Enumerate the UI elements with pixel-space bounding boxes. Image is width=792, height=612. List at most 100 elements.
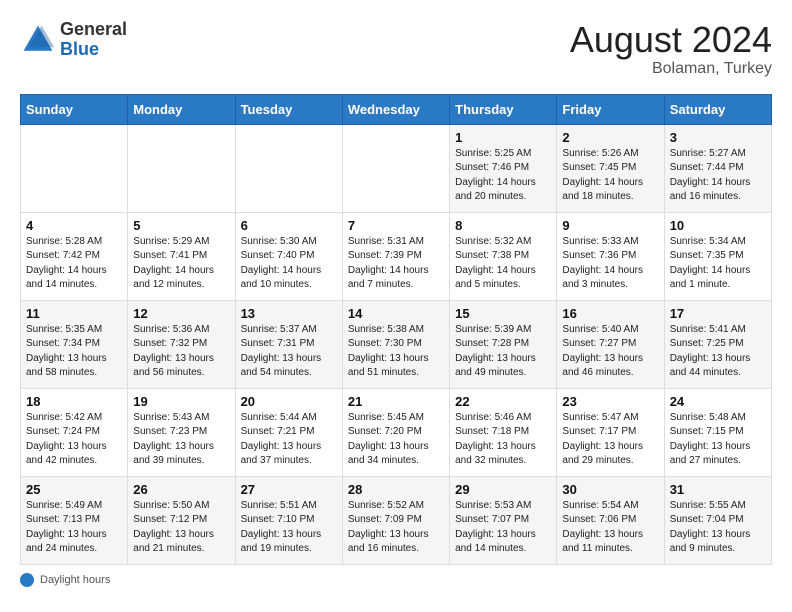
day-number: 31 [670, 482, 766, 497]
logo-blue: Blue [60, 40, 127, 60]
weekday-header-thursday: Thursday [450, 94, 557, 124]
day-info: Sunrise: 5:36 AM Sunset: 7:32 PM Dayligh… [133, 323, 229, 381]
calendar-cell: 28 Sunrise: 5:52 AM Sunset: 7:09 PM Dayli… [342, 476, 449, 564]
day-number: 19 [133, 394, 229, 409]
day-number: 9 [562, 218, 658, 233]
weekday-header-friday: Friday [557, 94, 664, 124]
day-number: 18 [26, 394, 122, 409]
calendar-cell: 8 Sunrise: 5:32 AM Sunset: 7:38 PM Daylig… [450, 212, 557, 300]
day-info: Sunrise: 5:41 AM Sunset: 7:25 PM Dayligh… [670, 323, 766, 381]
calendar-cell: 22 Sunrise: 5:46 AM Sunset: 7:18 PM Dayli… [450, 388, 557, 476]
page-header: General Blue August 2024 Bolaman, Turkey [20, 20, 772, 78]
calendar-week-row: 1Sunrise: 5:25 AM Sunset: 7:46 PM Daylig… [21, 124, 772, 212]
day-info: Sunrise: 5:52 AM Sunset: 7:09 PM Dayligh… [348, 499, 444, 557]
calendar-cell: 1Sunrise: 5:25 AM Sunset: 7:46 PM Daylig… [450, 124, 557, 212]
calendar-cell: 10 Sunrise: 5:34 AM Sunset: 7:35 PM Dayli… [664, 212, 771, 300]
calendar-week-row: 18 Sunrise: 5:42 AM Sunset: 7:24 PM Dayli… [21, 388, 772, 476]
day-info: Sunrise: 5:30 AM Sunset: 7:40 PM Dayligh… [241, 235, 337, 293]
day-info: Sunrise: 5:54 AM Sunset: 7:06 PM Dayligh… [562, 499, 658, 557]
calendar-cell: 12Sunrise: 5:36 AM Sunset: 7:32 PM Dayli… [128, 300, 235, 388]
calendar-cell: 3 Sunrise: 5:27 AM Sunset: 7:44 PM Daylig… [664, 124, 771, 212]
day-number: 30 [562, 482, 658, 497]
day-number: 28 [348, 482, 444, 497]
calendar-cell: 9 Sunrise: 5:33 AM Sunset: 7:36 PM Daylig… [557, 212, 664, 300]
day-info: Sunrise: 5:25 AM Sunset: 7:46 PM Dayligh… [455, 147, 551, 205]
day-info: Sunrise: 5:34 AM Sunset: 7:35 PM Dayligh… [670, 235, 766, 293]
calendar-cell: 19Sunrise: 5:43 AM Sunset: 7:23 PM Dayli… [128, 388, 235, 476]
day-info: Sunrise: 5:37 AM Sunset: 7:31 PM Dayligh… [241, 323, 337, 381]
day-number: 27 [241, 482, 337, 497]
day-info: Sunrise: 5:42 AM Sunset: 7:24 PM Dayligh… [26, 411, 122, 469]
day-number: 14 [348, 306, 444, 321]
weekday-header-monday: Monday [128, 94, 235, 124]
day-info: Sunrise: 5:53 AM Sunset: 7:07 PM Dayligh… [455, 499, 551, 557]
calendar-cell: 25 Sunrise: 5:49 AM Sunset: 7:13 PM Dayli… [21, 476, 128, 564]
day-number: 3 [670, 130, 766, 145]
calendar-cell: 20 Sunrise: 5:44 AM Sunset: 7:21 PM Dayli… [235, 388, 342, 476]
day-number: 23 [562, 394, 658, 409]
location: Bolaman, Turkey [570, 60, 772, 78]
calendar-cell: 4 Sunrise: 5:28 AM Sunset: 7:42 PM Daylig… [21, 212, 128, 300]
weekday-header-row: SundayMondayTuesdayWednesdayThursdayFrid… [21, 94, 772, 124]
day-info: Sunrise: 5:28 AM Sunset: 7:42 PM Dayligh… [26, 235, 122, 293]
day-info: Sunrise: 5:55 AM Sunset: 7:04 PM Dayligh… [670, 499, 766, 557]
calendar-cell: 27 Sunrise: 5:51 AM Sunset: 7:10 PM Dayli… [235, 476, 342, 564]
calendar-cell: 29 Sunrise: 5:53 AM Sunset: 7:07 PM Dayli… [450, 476, 557, 564]
day-number: 22 [455, 394, 551, 409]
day-number: 16 [562, 306, 658, 321]
calendar-cell: 5Sunrise: 5:29 AM Sunset: 7:41 PM Daylig… [128, 212, 235, 300]
calendar-cell [128, 124, 235, 212]
footer-label: Daylight hours [40, 574, 110, 586]
weekday-header-saturday: Saturday [664, 94, 771, 124]
calendar-cell: 11 Sunrise: 5:35 AM Sunset: 7:34 PM Dayli… [21, 300, 128, 388]
day-info: Sunrise: 5:31 AM Sunset: 7:39 PM Dayligh… [348, 235, 444, 293]
calendar-cell: 17 Sunrise: 5:41 AM Sunset: 7:25 PM Dayli… [664, 300, 771, 388]
calendar-cell [21, 124, 128, 212]
weekday-header-tuesday: Tuesday [235, 94, 342, 124]
day-number: 11 [26, 306, 122, 321]
day-number: 26 [133, 482, 229, 497]
footer-dot [20, 573, 34, 587]
day-number: 25 [26, 482, 122, 497]
calendar-cell: 6Sunrise: 5:30 AM Sunset: 7:40 PM Daylig… [235, 212, 342, 300]
calendar-cell: 24Sunrise: 5:48 AM Sunset: 7:15 PM Dayli… [664, 388, 771, 476]
day-info: Sunrise: 5:35 AM Sunset: 7:34 PM Dayligh… [26, 323, 122, 381]
day-info: Sunrise: 5:46 AM Sunset: 7:18 PM Dayligh… [455, 411, 551, 469]
month-year: August 2024 [570, 20, 772, 60]
day-info: Sunrise: 5:29 AM Sunset: 7:41 PM Dayligh… [133, 235, 229, 293]
day-info: Sunrise: 5:44 AM Sunset: 7:21 PM Dayligh… [241, 411, 337, 469]
day-number: 7 [348, 218, 444, 233]
day-number: 4 [26, 218, 122, 233]
day-number: 15 [455, 306, 551, 321]
day-number: 13 [241, 306, 337, 321]
calendar-week-row: 4 Sunrise: 5:28 AM Sunset: 7:42 PM Daylig… [21, 212, 772, 300]
day-number: 17 [670, 306, 766, 321]
day-info: Sunrise: 5:33 AM Sunset: 7:36 PM Dayligh… [562, 235, 658, 293]
day-number: 8 [455, 218, 551, 233]
day-info: Sunrise: 5:47 AM Sunset: 7:17 PM Dayligh… [562, 411, 658, 469]
day-number: 20 [241, 394, 337, 409]
day-number: 10 [670, 218, 766, 233]
weekday-header-wednesday: Wednesday [342, 94, 449, 124]
calendar-cell [235, 124, 342, 212]
calendar-week-row: 25 Sunrise: 5:49 AM Sunset: 7:13 PM Dayli… [21, 476, 772, 564]
day-info: Sunrise: 5:39 AM Sunset: 7:28 PM Dayligh… [455, 323, 551, 381]
day-info: Sunrise: 5:32 AM Sunset: 7:38 PM Dayligh… [455, 235, 551, 293]
logo: General Blue [20, 20, 127, 60]
calendar-cell: 21 Sunrise: 5:45 AM Sunset: 7:20 PM Dayli… [342, 388, 449, 476]
calendar-cell: 26Sunrise: 5:50 AM Sunset: 7:12 PM Dayli… [128, 476, 235, 564]
day-number: 29 [455, 482, 551, 497]
calendar-cell: 7 Sunrise: 5:31 AM Sunset: 7:39 PM Daylig… [342, 212, 449, 300]
logo-general: General [60, 20, 127, 40]
day-info: Sunrise: 5:27 AM Sunset: 7:44 PM Dayligh… [670, 147, 766, 205]
calendar-cell: 18 Sunrise: 5:42 AM Sunset: 7:24 PM Dayli… [21, 388, 128, 476]
calendar-cell: 16Sunrise: 5:40 AM Sunset: 7:27 PM Dayli… [557, 300, 664, 388]
calendar-cell: 2Sunrise: 5:26 AM Sunset: 7:45 PM Daylig… [557, 124, 664, 212]
calendar-cell: 14Sunrise: 5:38 AM Sunset: 7:30 PM Dayli… [342, 300, 449, 388]
day-info: Sunrise: 5:49 AM Sunset: 7:13 PM Dayligh… [26, 499, 122, 557]
day-info: Sunrise: 5:51 AM Sunset: 7:10 PM Dayligh… [241, 499, 337, 557]
day-number: 21 [348, 394, 444, 409]
calendar-cell: 15 Sunrise: 5:39 AM Sunset: 7:28 PM Dayli… [450, 300, 557, 388]
calendar-cell: 13 Sunrise: 5:37 AM Sunset: 7:31 PM Dayli… [235, 300, 342, 388]
day-info: Sunrise: 5:45 AM Sunset: 7:20 PM Dayligh… [348, 411, 444, 469]
